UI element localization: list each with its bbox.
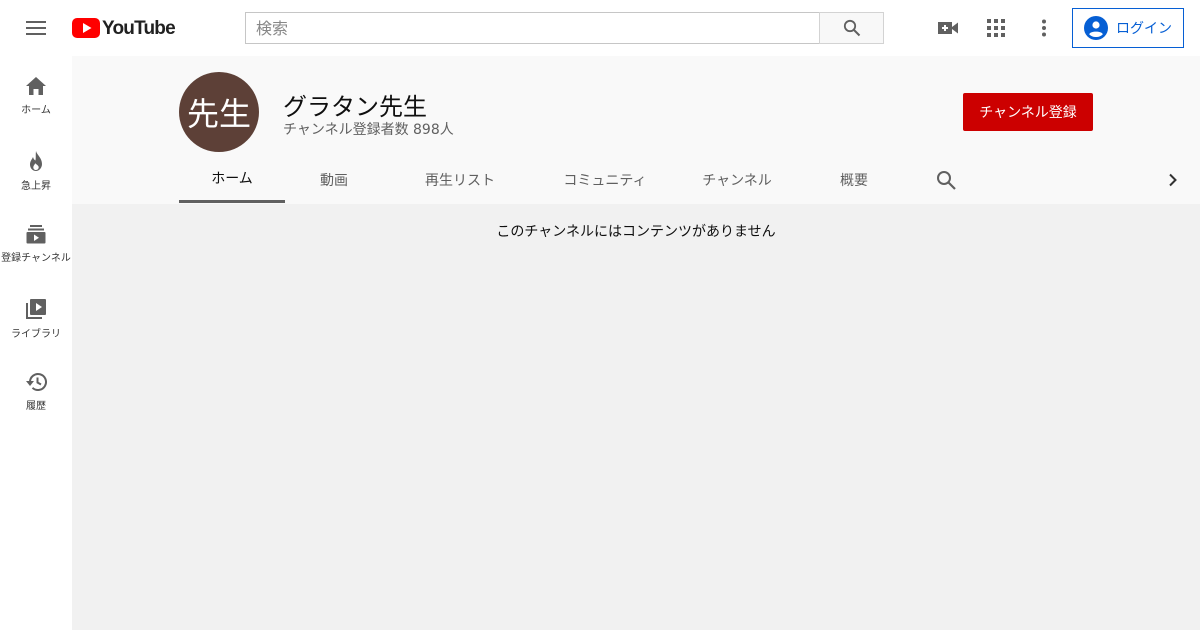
tab-about[interactable]: 概要 [824, 156, 884, 203]
youtube-logo-icon [72, 18, 100, 38]
login-label: ログイン [1116, 21, 1172, 37]
account-circle-icon [1084, 16, 1108, 40]
sidebar-item-label: ライブラリ [11, 329, 61, 340]
more-options-button[interactable] [1024, 8, 1064, 48]
search-button[interactable] [819, 12, 884, 44]
video-create-icon [938, 22, 958, 34]
youtube-logo[interactable]: YouTube [72, 17, 176, 39]
home-icon [26, 77, 46, 95]
login-button[interactable]: ログイン [1072, 8, 1184, 48]
history-icon [26, 373, 47, 391]
logo-text: YouTube [102, 17, 176, 39]
sidebar-item-label: ホーム [21, 105, 51, 116]
tab-playlists[interactable]: 再生リスト [405, 156, 515, 203]
create-video-button[interactable] [928, 8, 968, 48]
library-icon [26, 299, 46, 319]
apps-button[interactable] [976, 8, 1016, 48]
sidebar-item-label: 登録チャンネル [1, 253, 71, 264]
menu-button[interactable] [16, 8, 56, 48]
channel-header: 先生 グラタン先生 チャンネル登録者数 898人 チャンネル登録 ホーム 動画 … [72, 56, 1200, 204]
menu-icon [26, 21, 46, 35]
subscriber-count: チャンネル登録者数 898人 [283, 122, 454, 138]
tab-home[interactable]: ホーム [179, 156, 285, 203]
chevron-right-icon [1169, 173, 1177, 187]
sidebar-item-library[interactable]: ライブラリ [0, 278, 72, 352]
channel-avatar[interactable]: 先生 [179, 72, 259, 152]
subscriptions-icon [26, 225, 46, 244]
empty-content-message: このチャンネルにはコンテンツがありません [496, 224, 776, 240]
tabs-next-button[interactable] [1160, 167, 1186, 193]
search-icon [843, 19, 860, 37]
search-icon [937, 171, 956, 190]
search-input[interactable] [245, 12, 820, 44]
top-bar: YouTube ログイン [0, 0, 1200, 56]
sidebar-item-history[interactable]: 履歴 [0, 352, 72, 426]
side-nav: ホーム 急上昇 登録チャンネル ライブラリ 履歴 [0, 56, 72, 630]
sidebar-item-home[interactable]: ホーム [0, 56, 72, 130]
sidebar-item-subscriptions[interactable]: 登録チャンネル [0, 204, 72, 278]
trending-icon [30, 151, 42, 171]
sidebar-item-label: 履歴 [26, 401, 46, 412]
more-vert-icon [1042, 19, 1046, 37]
tab-community[interactable]: コミュニティ [540, 156, 670, 203]
subscribe-button[interactable]: チャンネル登録 [963, 93, 1093, 131]
channel-title: グラタン先生 [283, 93, 427, 121]
apps-grid-icon [987, 19, 1005, 37]
tab-channels[interactable]: チャンネル [692, 156, 782, 203]
channel-search-button[interactable] [932, 166, 960, 194]
sidebar-item-trending[interactable]: 急上昇 [0, 130, 72, 204]
sidebar-item-label: 急上昇 [21, 181, 51, 192]
tab-videos[interactable]: 動画 [298, 156, 370, 203]
